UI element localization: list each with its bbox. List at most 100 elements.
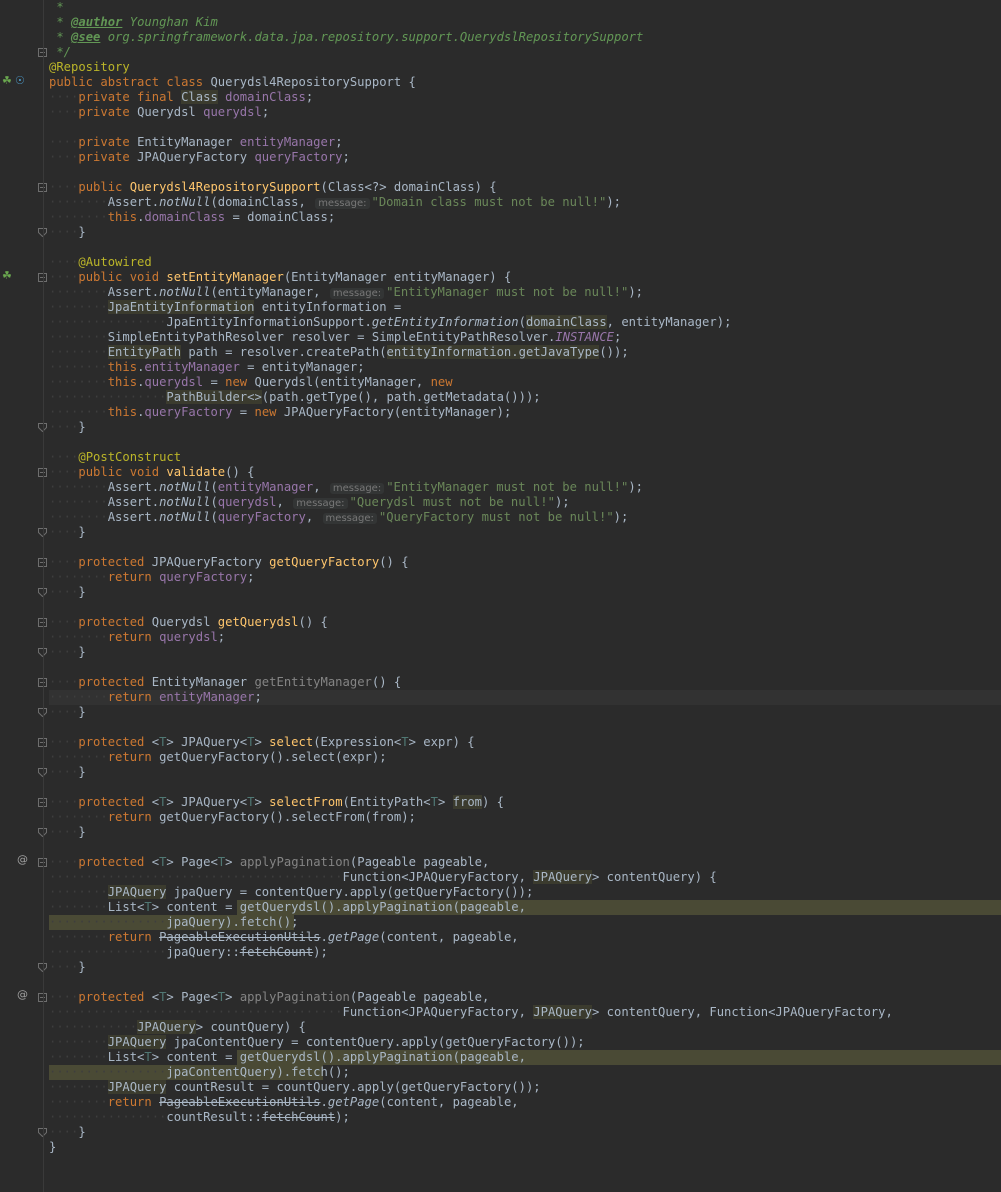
code-line[interactable]: ····} [49, 1125, 1001, 1140]
code-line[interactable] [49, 780, 1001, 795]
code-token: ; [247, 570, 255, 584]
code-line[interactable]: ········this.domainClass = domainClass; [49, 210, 1001, 225]
code-token: JPAQuery [107, 1080, 167, 1094]
code-token: getQuerydsl [217, 615, 299, 629]
code-line[interactable]: ········Assert.notNull(entityManager, me… [49, 480, 1001, 495]
code-line[interactable] [49, 975, 1001, 990]
code-line[interactable]: ····protected EntityManager getEntityMan… [49, 675, 1001, 690]
code-token: ················ [49, 315, 167, 329]
code-line[interactable]: ········return entityManager; [49, 690, 1001, 705]
code-line[interactable] [49, 165, 1001, 180]
code-token: return [107, 1095, 160, 1109]
code-line[interactable]: public abstract class Querydsl4Repositor… [49, 75, 1001, 90]
code-line[interactable]: ····private JPAQueryFactory queryFactory… [49, 150, 1001, 165]
code-area[interactable]: * * @author Younghan Kim * @see org.spri… [49, 0, 1001, 1155]
override-annotation-icon[interactable]: @ [17, 988, 28, 1001]
code-token: entityManager [217, 480, 314, 494]
code-line[interactable]: ········································… [49, 1005, 1001, 1020]
code-line[interactable]: ········Assert.notNull(entityManager, me… [49, 285, 1001, 300]
code-line[interactable]: ····private EntityManager entityManager; [49, 135, 1001, 150]
code-line[interactable]: ········Assert.notNull(querydsl, message… [49, 495, 1001, 510]
code-line[interactable]: ················jpaQuery::fetchCount); [49, 945, 1001, 960]
code-line[interactable]: ····public void setEntityManager(EntityM… [49, 270, 1001, 285]
code-token: INSTANCE [555, 330, 614, 344]
code-line[interactable]: * @author Younghan Kim [49, 15, 1001, 30]
code-line[interactable]: ····private Querydsl querydsl; [49, 105, 1001, 120]
code-line[interactable]: ····protected <T> Page<T> applyPaginatio… [49, 855, 1001, 870]
code-line[interactable]: ····} [49, 960, 1001, 975]
code-line[interactable]: ····} [49, 705, 1001, 720]
code-line[interactable] [49, 435, 1001, 450]
code-line[interactable] [49, 540, 1001, 555]
bean-icon[interactable]: ☘ [2, 74, 12, 87]
code-token: ···· [49, 735, 79, 749]
code-line[interactable]: } [49, 1140, 1001, 1155]
code-token: @PostConstruct [78, 450, 182, 464]
code-line[interactable]: ····public void validate() { [49, 465, 1001, 480]
code-line[interactable] [49, 660, 1001, 675]
code-line[interactable]: ····} [49, 225, 1001, 240]
code-line[interactable]: ········return getQueryFactory().selectF… [49, 810, 1001, 825]
code-line[interactable]: ····} [49, 420, 1001, 435]
code-line[interactable]: */ [49, 45, 1001, 60]
code-line[interactable]: ····protected <T> JPAQuery<T> selectFrom… [49, 795, 1001, 810]
code-line[interactable]: ········return queryFactory; [49, 570, 1001, 585]
code-line[interactable]: ········return PageableExecutionUtils.ge… [49, 1095, 1001, 1110]
code-line[interactable]: ····} [49, 825, 1001, 840]
code-line[interactable]: ········JpaEntityInformation entityInfor… [49, 300, 1001, 315]
code-line[interactable]: ····@Autowired [49, 255, 1001, 270]
code-line[interactable] [49, 600, 1001, 615]
code-line[interactable] [49, 720, 1001, 735]
override-annotation-icon[interactable]: @ [17, 853, 28, 866]
code-line[interactable]: ········JPAQuery jpaQuery = contentQuery… [49, 885, 1001, 900]
code-line[interactable]: ····} [49, 765, 1001, 780]
code-line[interactable]: ········this.querydsl = new Querydsl(ent… [49, 375, 1001, 390]
code-line[interactable]: ········return querydsl; [49, 630, 1001, 645]
code-line[interactable]: ················jpaContentQuery).fetch()… [49, 1065, 1001, 1080]
code-line[interactable]: ····private final Class domainClass; [49, 90, 1001, 105]
code-line[interactable]: ········return PageableExecutionUtils.ge… [49, 930, 1001, 945]
code-line[interactable]: ················jpaQuery).fetch(); [49, 915, 1001, 930]
code-line[interactable]: ····protected <T> JPAQuery<T> select(Exp… [49, 735, 1001, 750]
code-line[interactable]: ····} [49, 525, 1001, 540]
code-line[interactable]: ········SimpleEntityPathResolver resolve… [49, 330, 1001, 345]
code-line[interactable]: ····public Querydsl4RepositorySupport(Cl… [49, 180, 1001, 195]
gutter-divider [43, 0, 44, 1192]
code-editor[interactable]: ☘ ☉ ☘ @ @ * * @author Younghan Kim * @se… [0, 0, 1001, 1192]
code-line[interactable]: ····protected Querydsl getQuerydsl() { [49, 615, 1001, 630]
code-line[interactable] [49, 240, 1001, 255]
code-token: (Expression< [313, 735, 402, 749]
code-line[interactable]: ········this.queryFactory = new JPAQuery… [49, 405, 1001, 420]
code-line[interactable] [49, 840, 1001, 855]
code-line[interactable]: ····protected JPAQueryFactory getQueryFa… [49, 555, 1001, 570]
code-line[interactable]: ····protected <T> Page<T> applyPaginatio… [49, 990, 1001, 1005]
code-line[interactable]: ········JPAQuery jpaContentQuery = conte… [49, 1035, 1001, 1050]
code-line[interactable]: ····@PostConstruct [49, 450, 1001, 465]
code-line[interactable]: ········return getQueryFactory().select(… [49, 750, 1001, 765]
code-line[interactable]: ········Assert.notNull(domainClass, mess… [49, 195, 1001, 210]
search-bean-icon[interactable]: ☉ [15, 74, 25, 87]
code-line[interactable]: ········List<T> content = getQuerydsl().… [49, 1050, 1001, 1065]
code-line[interactable]: ········JPAQuery countResult = countQuer… [49, 1080, 1001, 1095]
code-line[interactable]: ················PathBuilder<>(path.getTy… [49, 390, 1001, 405]
code-line[interactable]: * [49, 0, 1001, 15]
autowired-bean-icon[interactable]: ☘ [2, 269, 12, 282]
code-line[interactable]: ········this.entityManager = entityManag… [49, 360, 1001, 375]
code-line[interactable]: * @see org.springframework.data.jpa.repo… [49, 30, 1001, 45]
code-line[interactable]: ········································… [49, 870, 1001, 885]
code-line[interactable]: ····} [49, 585, 1001, 600]
code-line[interactable]: ····} [49, 645, 1001, 660]
code-token: ········ [49, 1050, 108, 1064]
code-token: "EntityManager must not be null!" [386, 285, 629, 299]
code-line[interactable]: ················countResult::fetchCount)… [49, 1110, 1001, 1125]
code-line[interactable]: ········Assert.notNull(queryFactory, mes… [49, 510, 1001, 525]
code-token: ········ [49, 195, 108, 209]
code-token: > [254, 735, 270, 749]
code-line[interactable]: ············JPAQuery> countQuery) { [49, 1020, 1001, 1035]
code-line[interactable]: ········List<T> content = getQuerydsl().… [49, 900, 1001, 915]
code-token: Assert. [107, 480, 160, 494]
code-line[interactable]: @Repository [49, 60, 1001, 75]
code-line[interactable] [49, 120, 1001, 135]
code-line[interactable]: ················JpaEntityInformationSupp… [49, 315, 1001, 330]
code-line[interactable]: ········EntityPath path = resolver.creat… [49, 345, 1001, 360]
